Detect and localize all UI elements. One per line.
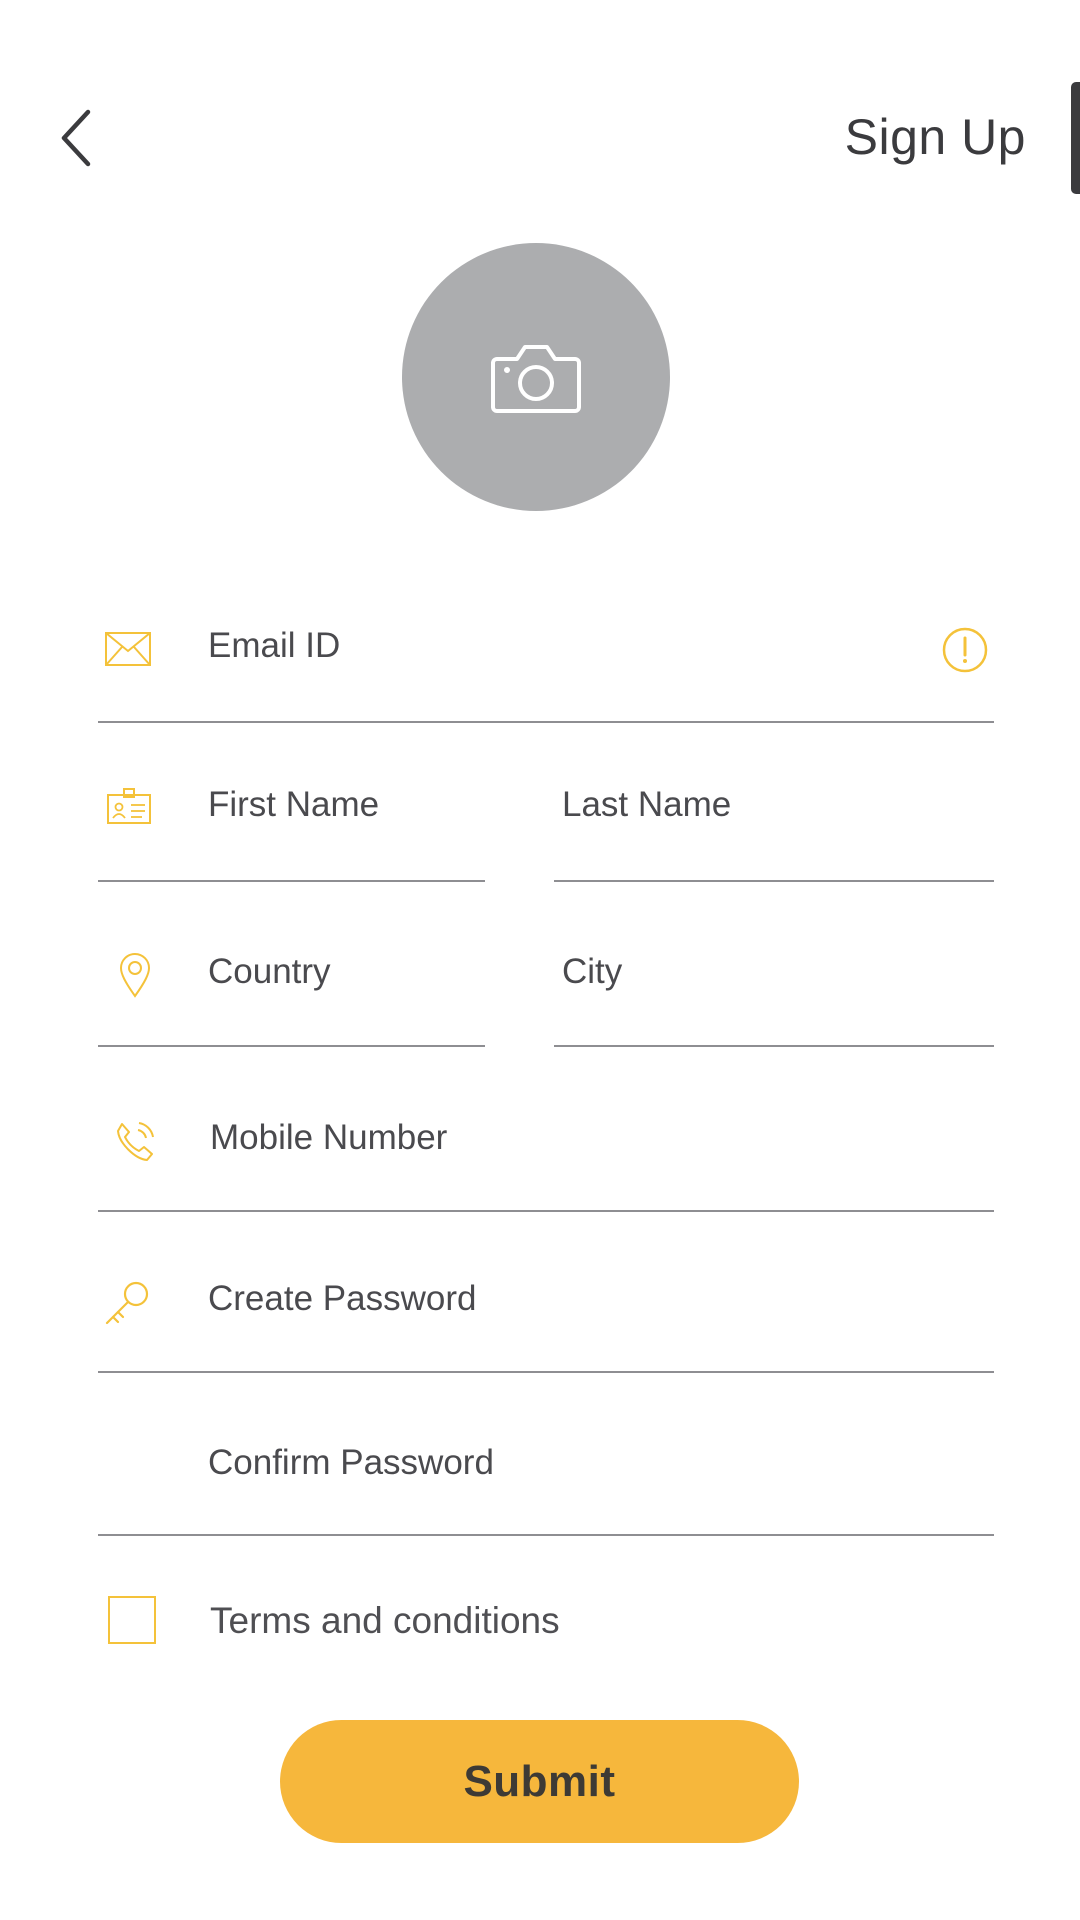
location-pin-icon [119,953,151,998]
page-title: Sign Up [844,109,1026,165]
id-card-icon [107,788,151,824]
email-field[interactable]: Email ID [208,626,340,666]
mobile-number-field[interactable]: Mobile Number [210,1118,447,1158]
confirm-password-underline [98,1534,994,1536]
submit-button[interactable]: Submit [280,1720,799,1843]
email-alert-wrap [941,626,989,674]
country-underline [98,1045,485,1047]
confirm-password-field[interactable]: Confirm Password [208,1443,494,1483]
email-icon-wrap [104,631,152,667]
last-name-field[interactable]: Last Name [562,785,731,825]
terms-label[interactable]: Terms and conditions [210,1600,560,1642]
key-icon [105,1281,149,1325]
create-password-field[interactable]: Create Password [208,1279,476,1319]
name-icon-wrap [106,787,152,825]
scroll-indicator [1071,82,1080,194]
terms-checkbox[interactable] [108,1596,156,1644]
mobile-icon-wrap [114,1120,156,1162]
city-underline [554,1045,994,1047]
camera-icon [491,345,581,413]
back-button[interactable] [56,108,116,178]
last-name-underline [554,880,994,882]
phone-icon [117,1122,154,1161]
country-icon-wrap [119,952,151,998]
first-name-underline [98,880,485,882]
alert-circle-icon [942,627,988,673]
envelope-icon [105,632,151,666]
password-icon-wrap [104,1280,150,1326]
first-name-field[interactable]: First Name [208,785,379,825]
chevron-left-icon [61,109,91,167]
password-underline [98,1371,994,1373]
city-field[interactable]: City [562,952,622,992]
mobile-underline [98,1210,994,1212]
profile-photo-picker[interactable] [402,243,670,511]
email-underline [98,721,994,723]
country-field[interactable]: Country [208,952,331,992]
